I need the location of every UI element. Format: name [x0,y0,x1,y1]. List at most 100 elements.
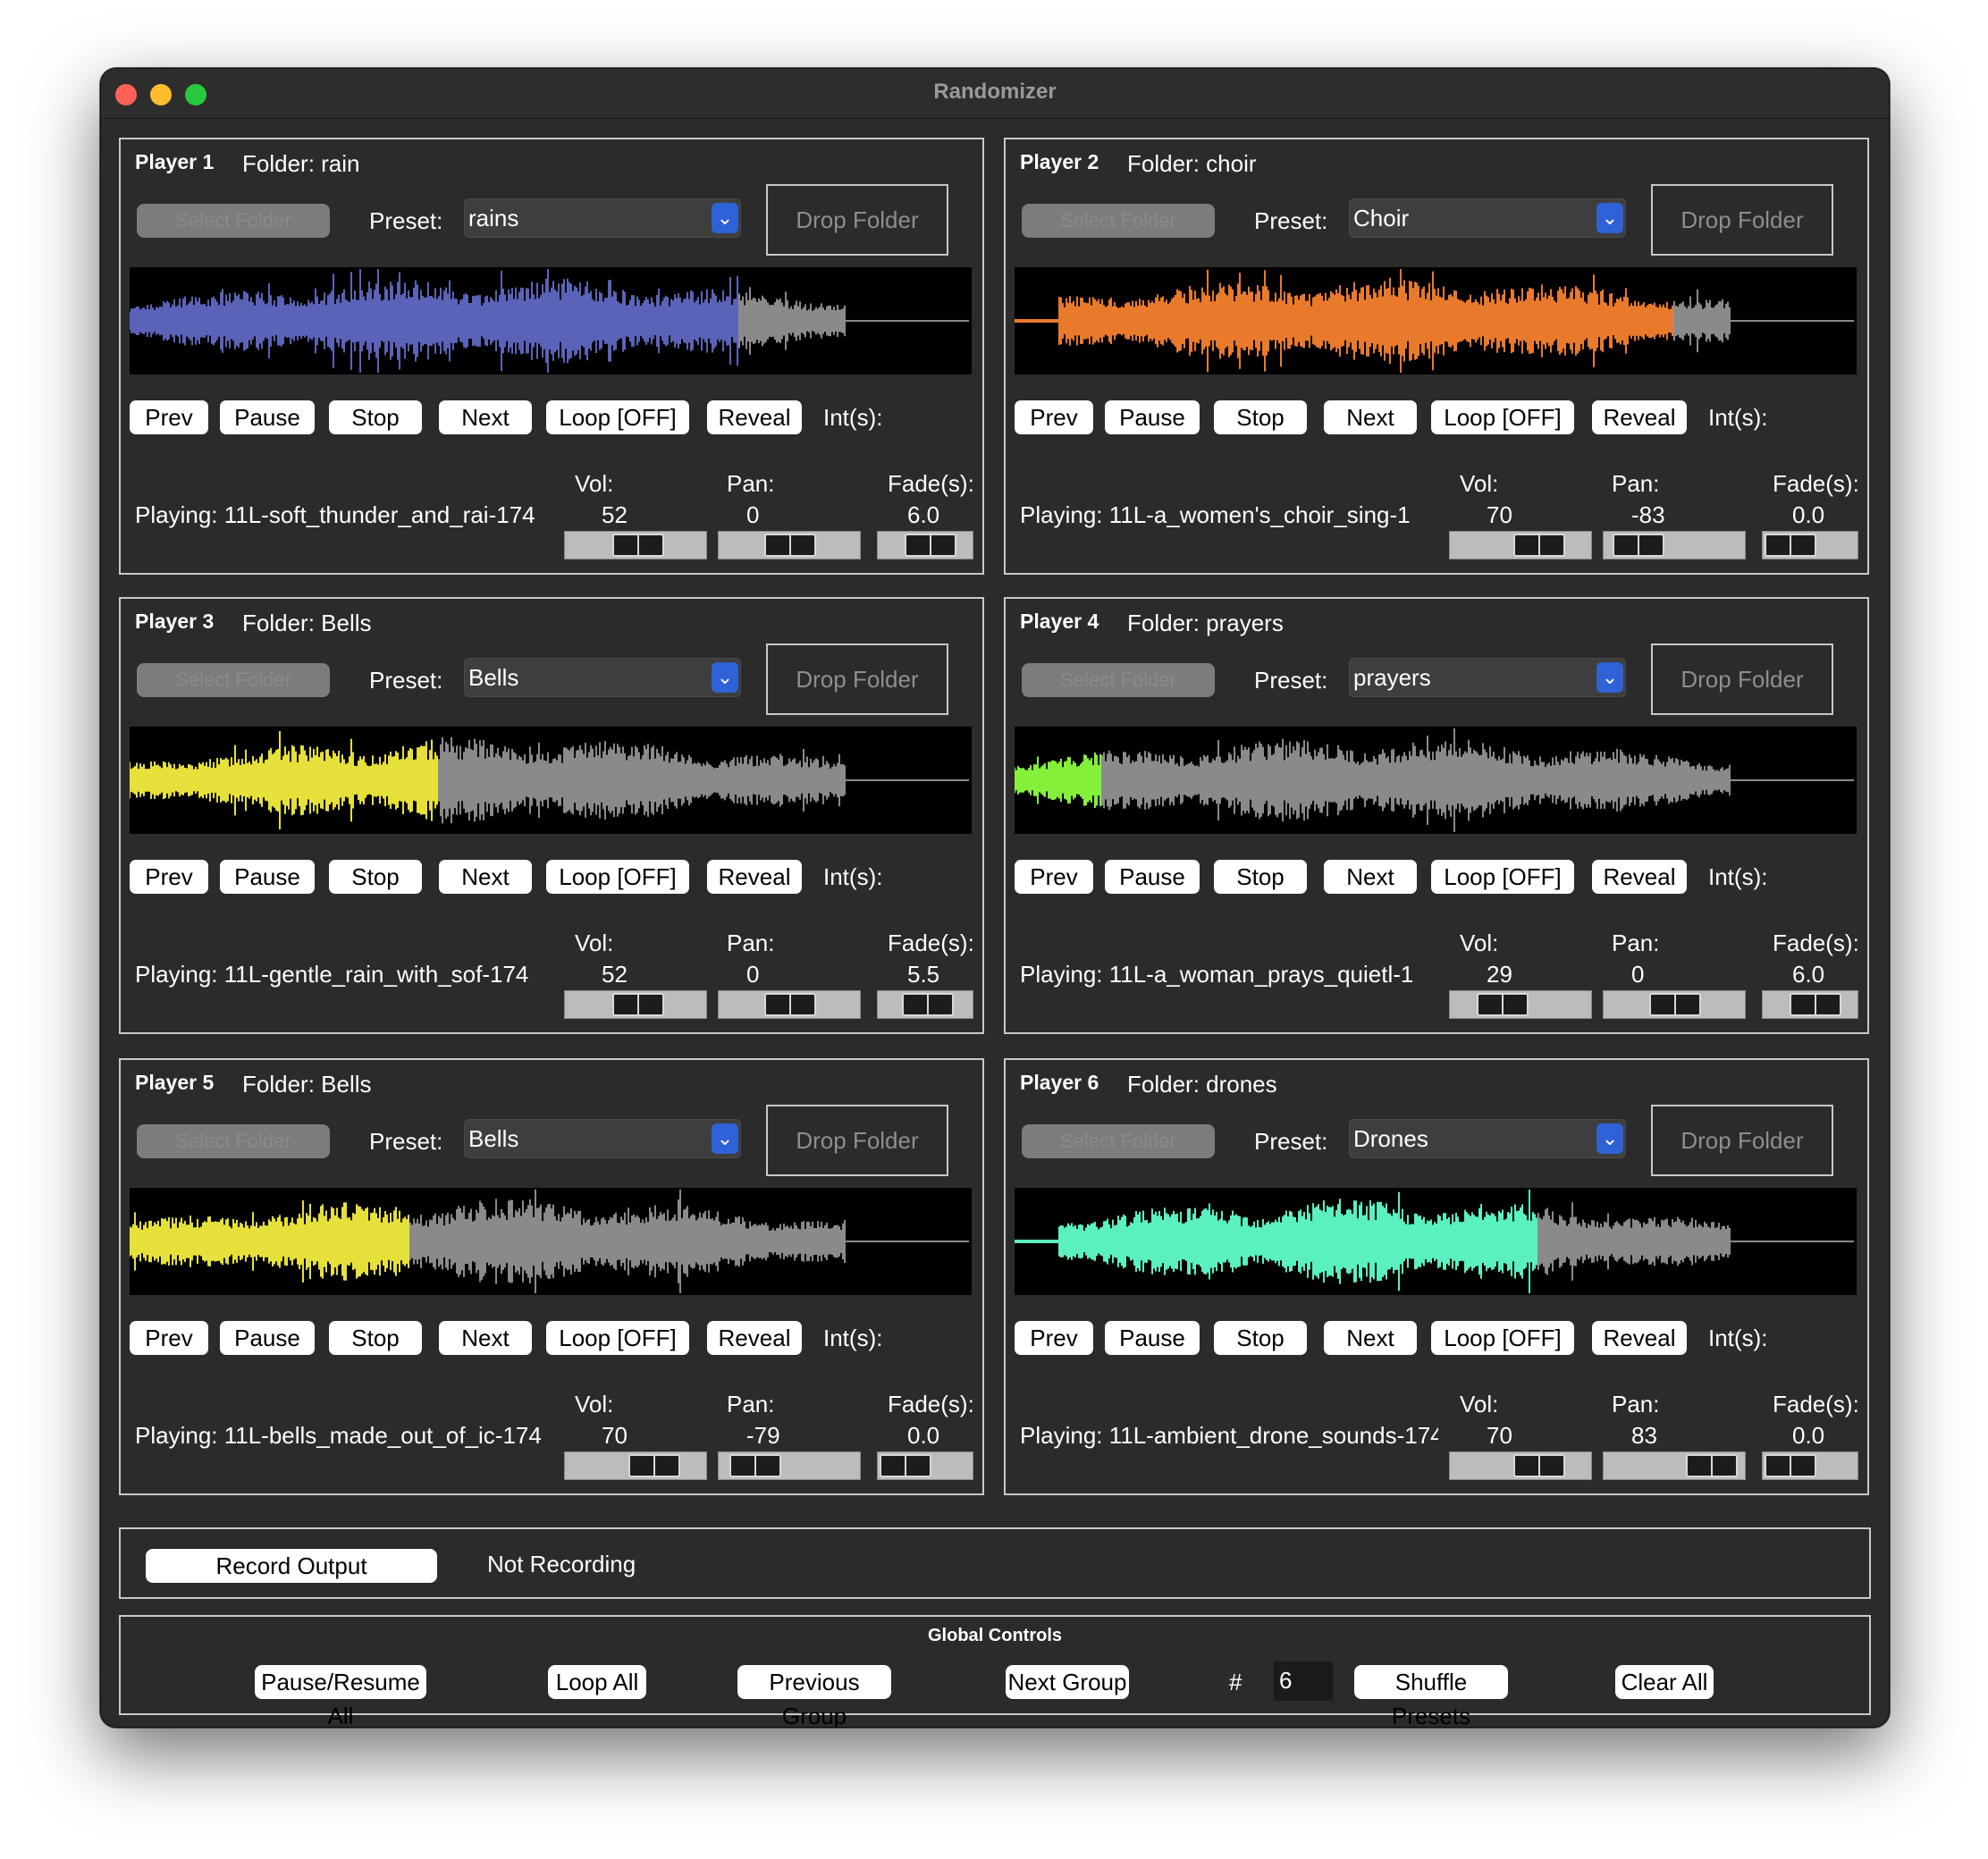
waveform-display[interactable] [130,1188,972,1295]
select-folder-button[interactable]: Select Folder [137,663,330,697]
reveal-button[interactable]: Reveal [707,400,802,434]
loop-toggle-button[interactable]: Loop [OFF] [1431,1321,1574,1355]
fade-slider[interactable] [1762,990,1858,1019]
pan-slider[interactable] [1603,1451,1746,1480]
volume-slider-thumb[interactable] [628,1454,680,1477]
pause-button[interactable]: Pause [1105,400,1200,434]
fade-slider[interactable] [1762,531,1858,559]
prev-button[interactable]: Prev [1015,400,1093,434]
loop-toggle-button[interactable]: Loop [OFF] [546,1321,689,1355]
preset-dropdown[interactable]: Choir ⌄ [1349,198,1626,238]
drop-folder-zone[interactable]: Drop Folder [766,184,948,256]
volume-slider-thumb[interactable] [611,534,664,557]
volume-slider[interactable] [564,1451,707,1480]
fade-slider-thumb[interactable] [902,993,955,1016]
volume-slider-thumb[interactable] [611,993,664,1016]
fade-slider-thumb[interactable] [1789,993,1841,1016]
fade-slider-thumb[interactable] [1765,534,1816,557]
next-button[interactable]: Next [1324,400,1417,434]
prev-button[interactable]: Prev [1015,1321,1093,1355]
pause-button[interactable]: Pause [220,860,315,894]
pan-slider[interactable] [1603,531,1746,559]
fade-slider-thumb[interactable] [880,1454,931,1477]
fade-slider[interactable] [877,1451,973,1480]
fade-slider[interactable] [877,990,973,1019]
pause-resume-all-button[interactable]: Pause/Resume All [255,1665,426,1727]
stop-button[interactable]: Stop [329,860,422,894]
clear-all-button[interactable]: Clear All [1615,1665,1714,1699]
volume-slider[interactable] [1449,531,1592,559]
reveal-button[interactable]: Reveal [707,860,802,894]
select-folder-button[interactable]: Select Folder [137,1124,330,1158]
loop-all-button[interactable]: Loop All [548,1665,646,1699]
next-group-button[interactable]: Next Group [1006,1665,1129,1699]
next-button[interactable]: Next [439,400,532,434]
volume-slider[interactable] [1449,990,1592,1019]
preset-dropdown[interactable]: Bells ⌄ [464,1119,741,1158]
stop-button[interactable]: Stop [329,400,422,434]
pan-slider-thumb[interactable] [764,993,816,1016]
waveform-display[interactable] [1015,727,1857,834]
loop-toggle-button[interactable]: Loop [OFF] [1431,400,1574,434]
select-folder-button[interactable]: Select Folder [1022,1124,1215,1158]
pause-button[interactable]: Pause [220,1321,315,1355]
volume-slider[interactable] [1449,1451,1592,1480]
fade-slider[interactable] [1762,1451,1858,1480]
next-button[interactable]: Next [439,1321,532,1355]
volume-slider[interactable] [564,990,707,1019]
prev-button[interactable]: Prev [130,400,208,434]
stop-button[interactable]: Stop [329,1321,422,1355]
waveform-display[interactable] [130,267,972,374]
pause-button[interactable]: Pause [220,400,315,434]
preset-dropdown[interactable]: Drones ⌄ [1349,1119,1626,1158]
select-folder-button[interactable]: Select Folder [137,204,330,238]
fade-slider-thumb[interactable] [1765,1454,1816,1477]
stop-button[interactable]: Stop [1214,860,1307,894]
pan-slider[interactable] [718,990,861,1019]
preset-dropdown[interactable]: prayers ⌄ [1349,658,1626,697]
select-folder-button[interactable]: Select Folder [1022,663,1215,697]
next-button[interactable]: Next [1324,1321,1417,1355]
stop-button[interactable]: Stop [1214,400,1307,434]
previous-group-button[interactable]: Previous Group [737,1665,891,1727]
group-number-input[interactable]: 6 [1274,1661,1333,1701]
fade-slider[interactable] [877,531,973,559]
waveform-display[interactable] [130,727,972,834]
preset-dropdown[interactable]: Bells ⌄ [464,658,741,697]
prev-button[interactable]: Prev [130,1321,208,1355]
volume-slider-thumb[interactable] [1512,534,1565,557]
pan-slider-thumb[interactable] [764,534,816,557]
pan-slider[interactable] [718,1451,861,1480]
reveal-button[interactable]: Reveal [1592,860,1687,894]
waveform-display[interactable] [1015,1188,1857,1295]
pan-slider[interactable] [1603,990,1746,1019]
prev-button[interactable]: Prev [1015,860,1093,894]
loop-toggle-button[interactable]: Loop [OFF] [546,400,689,434]
pan-slider-thumb[interactable] [729,1454,782,1477]
record-output-button[interactable]: Record Output [146,1549,437,1583]
pause-button[interactable]: Pause [1105,1321,1200,1355]
stop-button[interactable]: Stop [1214,1321,1307,1355]
waveform-display[interactable] [1015,267,1857,374]
volume-slider-thumb[interactable] [1512,1454,1565,1477]
drop-folder-zone[interactable]: Drop Folder [766,644,948,715]
volume-slider[interactable] [564,531,707,559]
next-button[interactable]: Next [1324,860,1417,894]
loop-toggle-button[interactable]: Loop [OFF] [1431,860,1574,894]
select-folder-button[interactable]: Select Folder [1022,204,1215,238]
drop-folder-zone[interactable]: Drop Folder [766,1105,948,1176]
pause-button[interactable]: Pause [1105,860,1200,894]
drop-folder-zone[interactable]: Drop Folder [1651,184,1833,256]
drop-folder-zone[interactable]: Drop Folder [1651,644,1833,715]
pan-slider-thumb[interactable] [1649,993,1701,1016]
pan-slider-thumb[interactable] [1613,534,1665,557]
pan-slider[interactable] [718,531,861,559]
prev-button[interactable]: Prev [130,860,208,894]
shuffle-presets-button[interactable]: Shuffle Presets [1354,1665,1508,1727]
fade-slider-thumb[interactable] [904,534,956,557]
drop-folder-zone[interactable]: Drop Folder [1651,1105,1833,1176]
next-button[interactable]: Next [439,860,532,894]
reveal-button[interactable]: Reveal [1592,400,1687,434]
reveal-button[interactable]: Reveal [1592,1321,1687,1355]
loop-toggle-button[interactable]: Loop [OFF] [546,860,689,894]
